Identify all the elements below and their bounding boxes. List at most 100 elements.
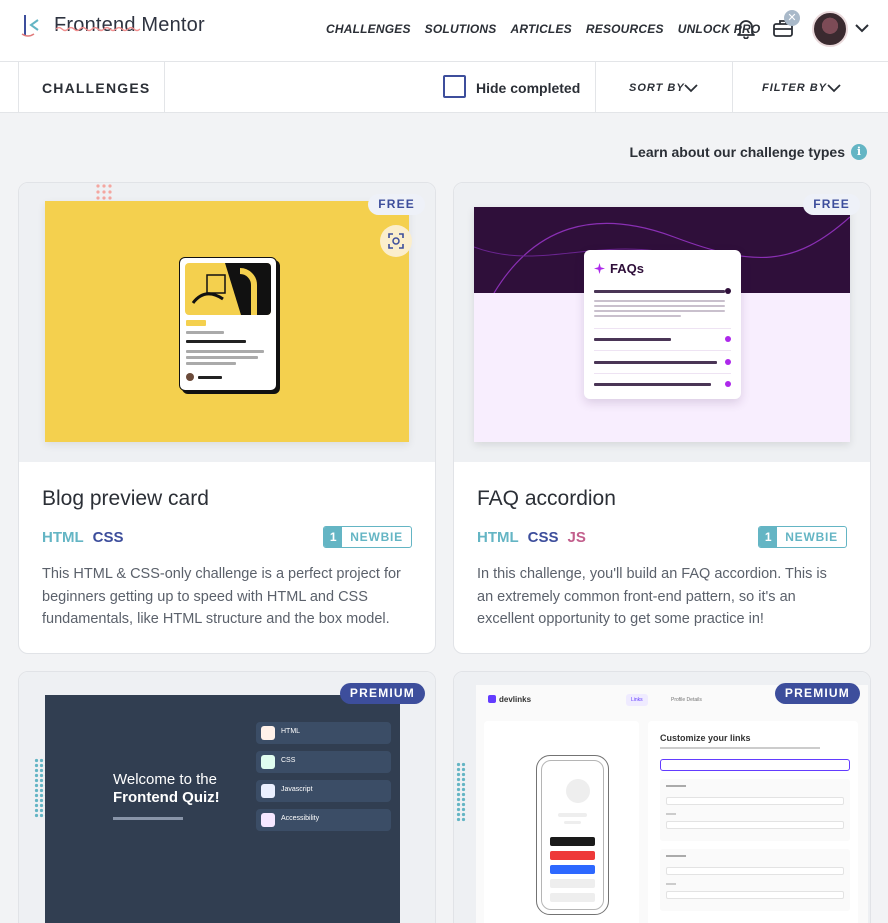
difficulty-level-number: 1 <box>759 527 778 547</box>
plus-icon <box>725 336 731 342</box>
challenge-card[interactable]: FAQs FREE FAQ accordion HTML CSS JS 1 NE… <box>453 182 871 654</box>
faq-answer-line <box>594 310 725 312</box>
brand-name: Frontend Mentor <box>54 13 205 36</box>
blog-preview-mini-card <box>179 257 277 391</box>
learn-link-text: Learn about our challenge types <box>629 144 846 160</box>
quiz-option-label: HTML <box>281 728 301 735</box>
devlinks-logo: devlinks <box>488 695 531 704</box>
devlinks-link-box <box>660 849 850 911</box>
bell-icon[interactable] <box>735 17 757 39</box>
chevron-down-icon[interactable] <box>827 83 841 93</box>
mini-avatar <box>186 373 194 381</box>
css-icon <box>261 755 275 769</box>
challenge-card[interactable]: Welcome to the Frontend Quiz! HTML CSS J… <box>18 671 436 923</box>
hide-completed-checkbox[interactable] <box>443 75 466 98</box>
challenge-card[interactable]: FREE Blog preview card HTML CSS 1 NEWBIE… <box>18 182 436 654</box>
hide-completed-label[interactable]: Hide completed <box>476 80 580 96</box>
language-list: HTML CSS <box>42 529 133 546</box>
faq-answer-line <box>594 300 725 302</box>
sort-by-dropdown[interactable]: SORT BY <box>629 82 685 94</box>
phone-screen <box>541 760 604 910</box>
phone-avatar-placeholder <box>566 779 590 803</box>
nav-resources[interactable]: RESOURCES <box>586 22 664 36</box>
scan-icon <box>388 233 404 249</box>
faq-divider <box>594 350 731 351</box>
logo-squiggle-icon <box>56 26 141 32</box>
devlinks-line <box>666 883 676 885</box>
faq-question-line <box>594 383 711 386</box>
faq-divider <box>594 328 731 329</box>
phone-link-github <box>550 837 595 846</box>
devlinks-url-field <box>666 891 844 899</box>
main-nav: CHALLENGES SOLUTIONS ARTICLES RESOURCES … <box>326 22 774 36</box>
nav-challenges[interactable]: CHALLENGES <box>326 22 411 36</box>
preview-button[interactable] <box>380 225 412 257</box>
toolbar-divider <box>595 62 596 113</box>
challenge-description: In this challenge, you'll build an FAQ a… <box>477 566 827 627</box>
challenge-preview-image[interactable]: Welcome to the Frontend Quiz! HTML CSS J… <box>19 672 435 923</box>
top-navbar: Frontend Mentor CHALLENGES SOLUTIONS ART… <box>0 0 888 62</box>
challenge-card[interactable]: devlinks Links Profile Details Customize… <box>453 671 871 923</box>
decorative-dots-icon <box>96 184 112 200</box>
challenge-title[interactable]: Blog preview card <box>42 487 209 511</box>
toolbar-divider <box>732 62 733 113</box>
language-js: JS <box>567 529 586 546</box>
difficulty-badge: 1 NEWBIE <box>323 526 412 548</box>
challenges-toolbar: CHALLENGES Hide completed SORT BY FILTER… <box>0 62 888 113</box>
quiz-subtitle-line <box>113 817 183 820</box>
quiz-option: Accessibility <box>256 809 391 831</box>
minus-icon <box>725 288 731 294</box>
faq-divider <box>594 373 731 374</box>
mini-text <box>186 362 236 365</box>
faq-answer-line <box>594 305 725 307</box>
mini-date <box>186 331 224 334</box>
devlinks-link-box <box>660 779 850 841</box>
challenge-preview-image[interactable]: FREE <box>19 183 435 462</box>
quiz-heading-line1: Welcome to the <box>113 771 217 788</box>
devlinks-logo-text: devlinks <box>499 695 532 704</box>
difficulty-level-name: NEWBIE <box>350 530 403 544</box>
accessibility-icon <box>261 813 275 827</box>
devlinks-tab-profile: Profile Details <box>671 697 702 703</box>
nav-articles[interactable]: ARTICLES <box>510 22 571 36</box>
quiz-option-label: Accessibility <box>281 815 320 822</box>
devlinks-line <box>666 785 686 787</box>
difficulty-level-name: NEWBIE <box>785 530 838 544</box>
mini-text <box>186 350 264 353</box>
phone-link-youtube <box>550 851 595 860</box>
free-badge: FREE <box>368 194 425 215</box>
language-list: HTML CSS JS <box>477 529 595 546</box>
devlinks-line <box>666 813 676 815</box>
dismiss-badge-close-icon[interactable]: ✕ <box>784 10 800 26</box>
challenge-preview-image[interactable]: FAQs FREE <box>454 183 870 462</box>
blog-illustration-icon <box>185 263 271 315</box>
challenge-title[interactable]: FAQ accordion <box>477 487 616 511</box>
devlinks-line <box>666 855 686 857</box>
toolbar-divider <box>18 62 19 113</box>
quiz-option: HTML <box>256 722 391 744</box>
user-avatar[interactable] <box>812 11 848 47</box>
devlinks-phone-panel <box>484 721 639 923</box>
page-title: CHALLENGES <box>42 80 151 96</box>
mini-tag <box>186 320 206 326</box>
brand-logo[interactable]: Frontend Mentor <box>20 12 205 38</box>
devlinks-tab-links: Links <box>626 694 648 706</box>
language-css: CSS <box>92 529 124 546</box>
premium-badge: PREMIUM <box>339 683 425 704</box>
nav-solutions[interactable]: SOLUTIONS <box>425 22 497 36</box>
devlinks-editor-panel: Customize your links <box>648 721 858 923</box>
quiz-preview-frame: Welcome to the Frontend Quiz! HTML CSS J… <box>45 695 400 923</box>
chevron-down-icon[interactable] <box>854 22 870 34</box>
quiz-option: CSS <box>256 751 391 773</box>
quiz-option-label: CSS <box>281 757 296 764</box>
difficulty-badge: 1 NEWBIE <box>758 526 847 548</box>
phone-email-placeholder <box>564 821 581 824</box>
devlinks-url-field <box>666 821 844 829</box>
devlinks-platform-field <box>666 797 844 805</box>
toolbar-divider <box>164 62 165 113</box>
learn-challenge-types-link[interactable]: Learn about our challenge types i <box>629 144 867 160</box>
language-html: HTML <box>42 529 84 546</box>
chevron-down-icon[interactable] <box>684 83 698 93</box>
challenge-preview-image[interactable]: devlinks Links Profile Details Customize… <box>454 672 870 923</box>
filter-by-dropdown[interactable]: FILTER BY <box>762 82 827 94</box>
